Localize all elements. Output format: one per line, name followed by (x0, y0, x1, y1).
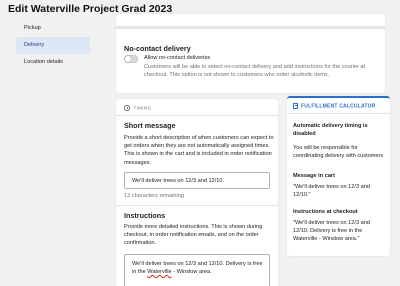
instructions-description: Provide more detailed instructions. This… (124, 224, 263, 247)
calc-status-section: Automatic delivery timing is disabled Yo… (293, 122, 387, 160)
timing-label: TIMING (133, 105, 152, 111)
calc-checkout-section: Instructions at checkout "We'll deliver … (293, 208, 387, 243)
calc-checkout-text: "We'll deliver trees on 12/3 and 12/10. … (293, 220, 370, 242)
timing-card: TIMING Short message Provide a short des… (116, 99, 278, 286)
calc-status-title: Automatic delivery timing is disabled (293, 123, 368, 137)
short-message-title: Short message (124, 121, 176, 130)
characters-remaining: 12 characters remaining (124, 193, 185, 199)
calc-cart-title: Message in cart (293, 173, 335, 179)
calc-cart-section: Message in cart "We'll deliver trees on … (293, 172, 387, 199)
no-contact-title: No-contact delivery (124, 44, 191, 53)
divider (116, 205, 278, 206)
no-contact-toggle-label: Allow no-contact deliveries (144, 55, 211, 61)
clock-icon (124, 105, 130, 111)
no-contact-card: No-contact delivery Allow no-contact del… (116, 14, 385, 93)
sidebar-item-delivery[interactable]: Delivery (16, 37, 90, 54)
divider (287, 113, 390, 114)
toggle-knob (125, 56, 131, 62)
short-message-input[interactable]: We'll deliver trees on 12/3 and 12/10. (124, 172, 270, 189)
instructions-text-suffix: - Winslow area. (171, 269, 212, 276)
calculator-title: FULFILLMENT CALCULATOR (301, 103, 376, 110)
timing-header: TIMING (124, 105, 151, 111)
calc-status-text: You will be responsible for coordinating… (293, 145, 384, 159)
short-message-description: Provide a short description of when cust… (124, 135, 274, 166)
calculator-header: FULFILLMENT CALCULATOR (293, 103, 375, 110)
section-divider-strip (116, 26, 385, 29)
sidebar-item-pickup[interactable]: Pickup (16, 20, 90, 37)
sidebar-nav: Pickup Delivery Location details (16, 20, 90, 71)
misspelled-word: Waterville (147, 269, 172, 276)
no-contact-toggle[interactable] (124, 55, 138, 63)
calc-checkout-title: Instructions at checkout (293, 209, 358, 215)
instructions-title: Instructions (124, 211, 166, 220)
fulfillment-calculator-card: FULFILLMENT CALCULATOR Automatic deliver… (287, 96, 390, 256)
no-contact-help-text: Customers will be able to select no-cont… (144, 64, 366, 78)
calc-cart-text: "We'll deliver trees on 12/3 and 12/10." (293, 184, 370, 198)
divider (116, 115, 278, 116)
calculator-icon (293, 103, 298, 109)
sidebar-item-location-details[interactable]: Location details (16, 54, 90, 71)
instructions-textarea[interactable]: We'll deliver trees on 12/3 and 12/10. D… (124, 254, 270, 286)
